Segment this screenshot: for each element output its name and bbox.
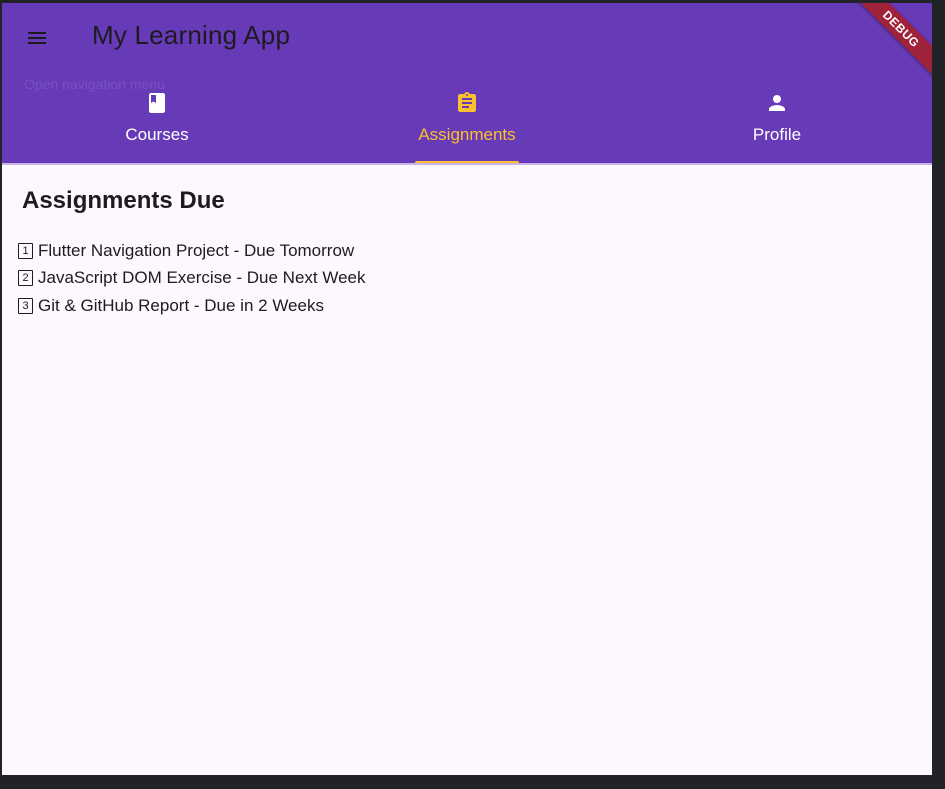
debug-banner: DEBUG: [847, 3, 932, 83]
assignment-text: Git & GitHub Report - Due in 2 Weeks: [38, 295, 324, 315]
number-badge: 2: [18, 270, 33, 287]
assignment-text: JavaScript DOM Exercise - Due Next Week: [38, 268, 366, 288]
book-icon: [149, 93, 165, 113]
list-item: 2 JavaScript DOM Exercise - Due Next Wee…: [18, 265, 366, 293]
app-window: My Learning App Open navigation menu DEB…: [2, 3, 932, 775]
tab-bar: Courses Assignments Profile: [2, 83, 932, 165]
assignment-list: 1 Flutter Navigation Project - Due Tomor…: [18, 237, 366, 320]
tab-courses[interactable]: Courses: [2, 83, 312, 163]
tab-profile[interactable]: Profile: [622, 83, 932, 163]
person-icon: [769, 95, 785, 111]
tab-profile-label: Profile: [752, 125, 802, 144]
list-item: 3 Git & GitHub Report - Due in 2 Weeks: [18, 292, 366, 320]
number-badge: 1: [18, 242, 33, 259]
app-bar: My Learning App Open navigation menu DEB…: [2, 3, 932, 165]
number-badge: 3: [18, 297, 33, 314]
list-item: 1 Flutter Navigation Project - Due Tomor…: [18, 237, 366, 265]
menu-button[interactable]: [16, 17, 58, 59]
menu-icon: [28, 32, 46, 44]
assignment-icon: [458, 92, 476, 112]
tab-assignments-label: Assignments: [418, 125, 516, 144]
tab-courses-label: Courses: [125, 125, 189, 144]
tab-assignments[interactable]: Assignments: [312, 83, 622, 165]
tab-divider: [2, 163, 932, 165]
assignment-text: Flutter Navigation Project - Due Tomorro…: [38, 240, 355, 260]
page-title: Assignments Due: [22, 187, 225, 214]
app-title: My Learning App: [92, 20, 291, 50]
